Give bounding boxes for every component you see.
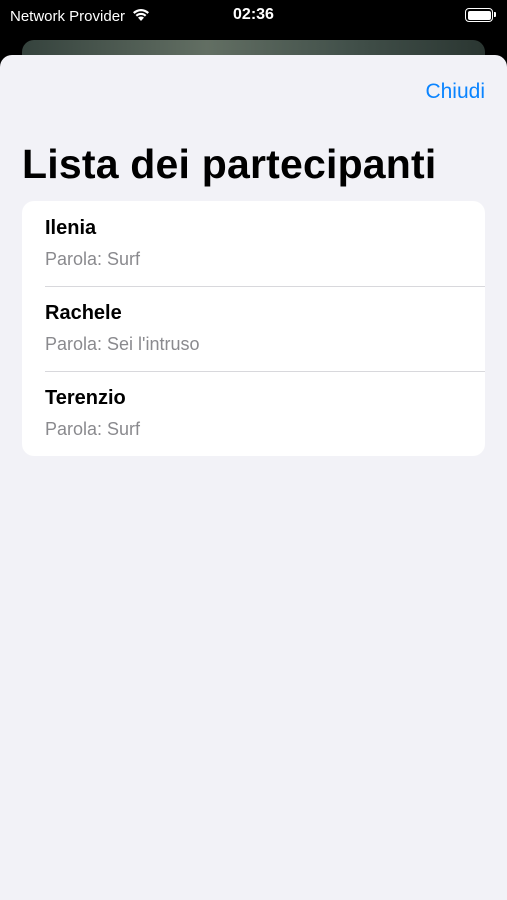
status-bar: Network Provider 02:36 [0,0,507,34]
list-item-participant[interactable]: Ilenia Parola: Surf [22,201,485,286]
participant-name: Rachele [45,302,122,324]
participant-word: Parola: Surf [45,249,141,269]
participant-word: Parola: Sei l'intruso [45,334,200,354]
participant-word: Parola: Surf [45,419,141,439]
participant-name: Terenzio [45,387,126,409]
participants-sheet: Chiudi Lista dei partecipanti Ilenia Par… [0,55,507,900]
battery-icon [465,8,496,22]
status-time: 02:36 [233,6,274,23]
participants-list: Ilenia Parola: Surf Rachele Parola: Sei … [22,201,485,456]
close-button[interactable]: Chiudi [425,80,485,104]
list-item-participant[interactable]: Rachele Parola: Sei l'intruso [22,286,485,371]
page-title: Lista dei partecipanti [22,141,437,187]
participant-name: Ilenia [45,217,97,239]
list-item-participant[interactable]: Terenzio Parola: Surf [22,371,485,456]
